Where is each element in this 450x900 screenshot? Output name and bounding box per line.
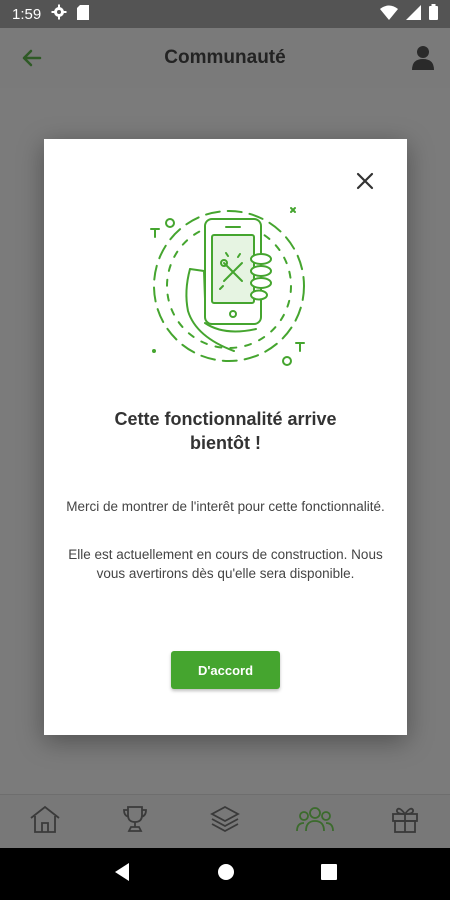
community-icon xyxy=(296,805,334,838)
settings-icon xyxy=(51,4,67,24)
battery-icon xyxy=(429,4,438,24)
dialog-message-2: Elle est actuellement en cours de constr… xyxy=(68,547,383,581)
nav-home[interactable] xyxy=(25,802,65,842)
home-circle-icon[interactable] xyxy=(216,862,236,887)
dialog-heading: Cette fonctionnalité arrive bientôt ! xyxy=(74,407,377,455)
close-icon[interactable] xyxy=(353,169,377,193)
person-icon[interactable] xyxy=(410,44,436,70)
gift-icon xyxy=(390,804,420,839)
bottom-nav xyxy=(0,794,450,848)
arrow-left-icon[interactable] xyxy=(18,44,46,72)
dialog-heading-line1: Cette fonctionnalité arrive xyxy=(114,409,337,429)
coming-soon-dialog: Cette fonctionnalité arrive bientôt ! Me… xyxy=(44,139,407,735)
nav-layers[interactable] xyxy=(205,802,245,842)
layers-icon xyxy=(209,804,241,839)
status-bar: 1:59 xyxy=(0,0,450,28)
wifi-icon xyxy=(380,5,398,24)
recents-square-icon[interactable] xyxy=(321,863,338,885)
app-bar: Communauté xyxy=(0,28,450,88)
trophy-icon xyxy=(121,804,149,839)
back-triangle-icon[interactable] xyxy=(113,862,131,887)
nav-trophy[interactable] xyxy=(115,802,155,842)
signal-icon xyxy=(406,4,421,24)
page-title: Communauté xyxy=(164,47,286,68)
sd-card-icon xyxy=(77,4,90,24)
dialog-message-1: Merci de montrer de l'interêt pour cette… xyxy=(66,499,385,514)
nav-community[interactable] xyxy=(295,802,335,842)
phone-under-construction-icon xyxy=(144,201,314,371)
status-time: 1:59 xyxy=(12,5,42,23)
nav-gift[interactable] xyxy=(385,802,425,842)
dialog-heading-line2: bientôt ! xyxy=(190,433,261,453)
ok-button[interactable]: D'accord xyxy=(171,651,280,689)
system-nav-bar xyxy=(0,848,450,900)
home-icon xyxy=(28,804,62,839)
